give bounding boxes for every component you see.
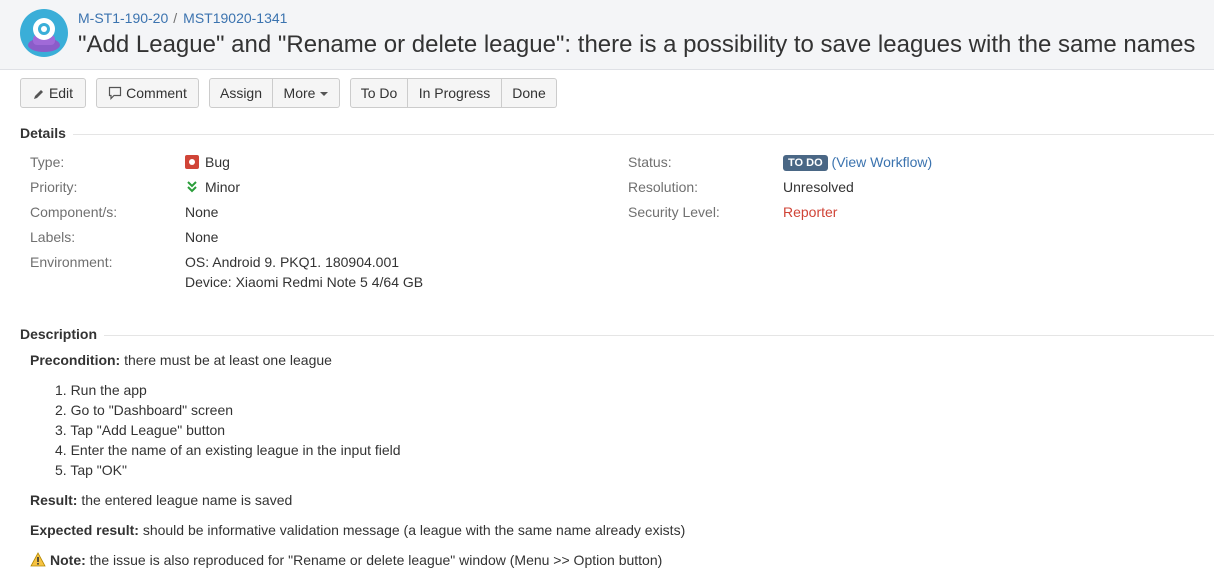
- expected-result-text: Expected result: should be informative v…: [30, 522, 685, 538]
- precondition-text: Precondition: there must be at least one…: [30, 352, 332, 368]
- breadcrumb-project-link[interactable]: M-ST1-190-20: [78, 10, 168, 26]
- bug-icon: [185, 155, 199, 169]
- security-level-label: Security Level:: [628, 204, 720, 220]
- step-item: 4. Enter the name of an existing league …: [55, 442, 401, 458]
- warning-icon: [30, 552, 46, 567]
- precondition-label: Precondition:: [30, 352, 121, 368]
- note-label: Note:: [50, 552, 86, 568]
- view-workflow-link[interactable]: View Workflow: [836, 154, 927, 170]
- assign-button[interactable]: Assign: [209, 78, 273, 108]
- details-divider: [73, 134, 1214, 135]
- issue-header: M-ST1-190-20 / MST19020-1341 "Add League" …: [0, 0, 1214, 70]
- todo-button[interactable]: To Do: [350, 78, 408, 108]
- view-workflow-close-paren: ): [927, 154, 933, 170]
- breadcrumb-separator: /: [173, 10, 178, 26]
- resolution-label: Resolution:: [628, 179, 699, 195]
- comment-button[interactable]: Comment: [96, 78, 199, 108]
- description-divider: [104, 335, 1214, 336]
- in-progress-button-label: In Progress: [418, 85, 491, 101]
- note-body: the issue is also reproduced for "Rename…: [85, 552, 663, 568]
- details-heading[interactable]: Details: [20, 125, 66, 141]
- comment-icon: [109, 86, 122, 100]
- status-value: TO DO (View Workflow): [783, 154, 932, 171]
- description-heading[interactable]: Description: [20, 326, 97, 342]
- edit-button-label: Edit: [48, 85, 74, 101]
- expected-result-label: Expected result:: [30, 522, 139, 538]
- environment-label: Environment:: [30, 254, 113, 270]
- type-label: Type:: [30, 154, 65, 170]
- result-body: the entered league name is saved: [77, 492, 293, 508]
- security-level-value: Reporter: [783, 204, 838, 220]
- double-chevron-down-icon: [187, 181, 197, 193]
- priority-value: Minor: [185, 179, 240, 195]
- priority-label: Priority:: [30, 179, 78, 195]
- comment-button-label: Comment: [126, 85, 187, 101]
- breadcrumb: M-ST1-190-20 / MST19020-1341: [78, 10, 287, 26]
- caret-down-icon: [320, 92, 329, 96]
- edit-button[interactable]: Edit: [20, 78, 86, 108]
- todo-button-label: To Do: [360, 85, 398, 101]
- step-item: 5. Tap "OK": [55, 462, 127, 478]
- step-item: 2. Go to "Dashboard" screen: [55, 402, 234, 418]
- environment-line1: OS: Android 9. PKQ1. 180904.001: [185, 254, 400, 270]
- more-button-label: More: [283, 85, 316, 101]
- step-item: 3. Tap "Add League" button: [55, 422, 226, 438]
- done-button-label: Done: [512, 85, 546, 101]
- type-value-text: Bug: [205, 154, 230, 170]
- breadcrumb-issue-key-link[interactable]: MST19020-1341: [183, 10, 287, 26]
- in-progress-button[interactable]: In Progress: [408, 78, 502, 108]
- resolution-value: Unresolved: [783, 179, 854, 195]
- precondition-body: there must be at least one league: [120, 352, 332, 368]
- type-value: Bug: [185, 154, 230, 170]
- step-item: 1. Run the app: [55, 382, 147, 398]
- labels-label: Labels:: [30, 229, 76, 245]
- environment-line2: Device: Xiaomi Redmi Note 5 4/64 GB: [185, 274, 424, 290]
- project-avatar[interactable]: [20, 9, 68, 57]
- issue-summary[interactable]: "Add League" and "Rename or delete leagu…: [78, 31, 1195, 59]
- note-text: Note: the issue is also reproduced for "…: [30, 552, 662, 568]
- more-button[interactable]: More: [273, 78, 340, 108]
- pencil-icon: [33, 90, 43, 99]
- status-lozenge: TO DO: [783, 155, 828, 171]
- result-label: Result:: [30, 492, 78, 508]
- priority-value-text: Minor: [205, 179, 241, 195]
- assign-button-label: Assign: [219, 85, 263, 101]
- result-text: Result: the entered league name is saved: [30, 492, 292, 508]
- expected-result-body: should be informative validation message…: [138, 522, 686, 538]
- status-label: Status:: [628, 154, 672, 170]
- done-button[interactable]: Done: [502, 78, 557, 108]
- labels-value[interactable]: None: [185, 229, 218, 245]
- components-value: None: [185, 204, 219, 220]
- components-label: Component/s:: [30, 204, 118, 220]
